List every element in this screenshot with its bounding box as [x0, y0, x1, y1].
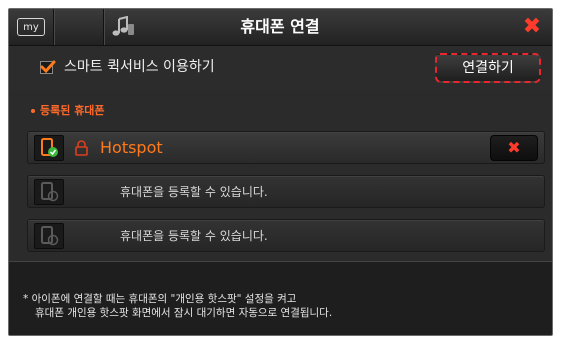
bullet-icon — [31, 109, 35, 113]
registered-phones-heading: 등록된 휴대폰 — [31, 102, 105, 118]
device-row-hotspot[interactable]: Hotspot ✖ — [27, 131, 545, 164]
my-badge: my — [17, 18, 45, 36]
footer-note-line: 휴대폰 개인용 핫스팟 화면에서 잠시 대기하면 자동으로 연결됩니다. — [35, 307, 333, 319]
dialog: my 휴대폰 연결 ✖ 스마트 퀵서비스 이용하기 연결하기 등록된 휴대폰 H… — [8, 8, 553, 336]
device-name: Hotspot — [100, 138, 163, 157]
dialog-title: 휴대폰 연결 — [240, 17, 320, 36]
delete-device-button[interactable]: ✖ — [490, 135, 538, 161]
phone-empty-icon — [34, 223, 64, 249]
phone-empty-icon — [34, 179, 64, 205]
quick-service-label: 스마트 퀵서비스 이용하기 — [64, 59, 215, 75]
empty-slot-row: 휴대폰을 등록할 수 있습니다. — [27, 175, 545, 208]
empty-slot-text: 휴대폰을 등록할 수 있습니다. — [120, 185, 268, 199]
close-icon[interactable]: ✖ — [519, 15, 545, 39]
quick-service-checkbox[interactable] — [40, 60, 56, 74]
connect-button[interactable]: 연결하기 — [435, 53, 541, 83]
empty-slot-text: 휴대폰을 등록할 수 있습니다. — [120, 229, 268, 243]
phone-connected-icon — [34, 135, 64, 161]
quick-service-row: 스마트 퀵서비스 이용하기 연결하기 — [9, 46, 552, 90]
checkmark-icon — [40, 60, 56, 74]
empty-slot-row: 휴대폰을 등록할 수 있습니다. — [27, 219, 545, 252]
section-label-text: 등록된 휴대폰 — [40, 104, 105, 117]
footer-note-line: * 아이폰에 연결할 때는 휴대폰의 "개인용 핫스팟" 설정을 켜고 — [23, 293, 297, 305]
title-bar: my 휴대폰 연결 ✖ — [9, 9, 552, 46]
my-button[interactable]: my — [9, 9, 54, 45]
music-button[interactable] — [53, 9, 134, 45]
music-note-icon — [112, 16, 134, 36]
footer-note: * 아이폰에 연결할 때는 휴대폰의 "개인용 핫스팟" 설정을 켜고 휴대폰 … — [9, 262, 552, 335]
lock-icon — [75, 140, 88, 156]
